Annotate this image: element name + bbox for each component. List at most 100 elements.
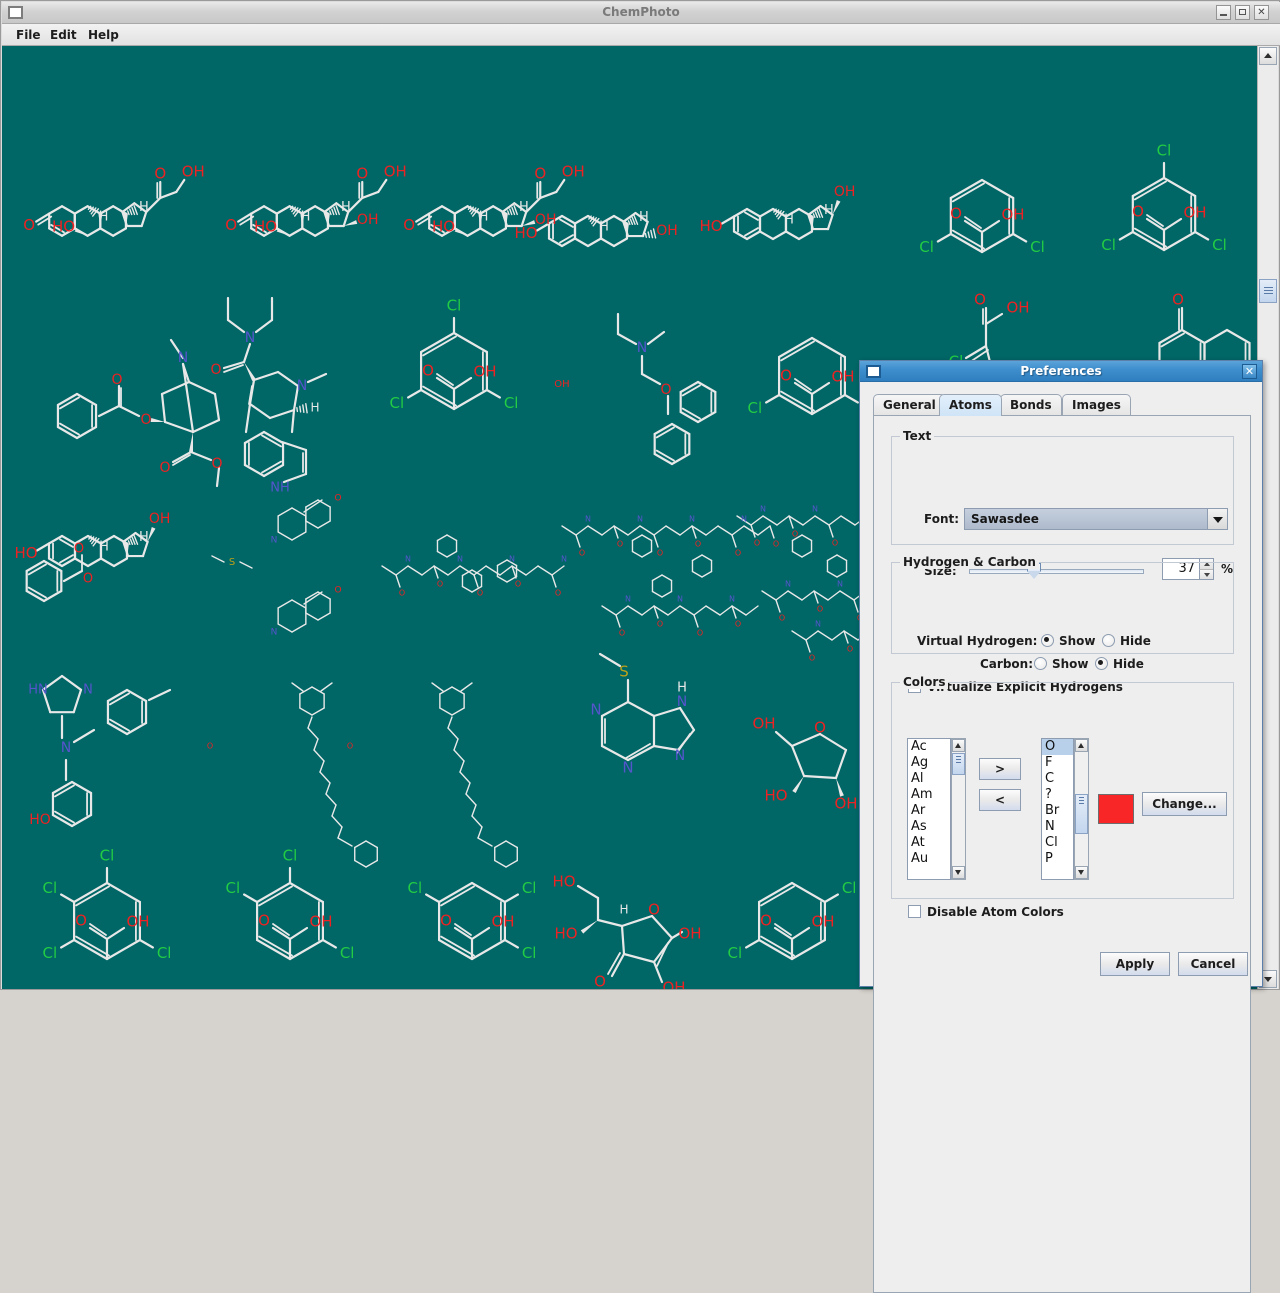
remove-atom-button[interactable]: < (979, 789, 1021, 811)
svg-text:N: N (741, 515, 747, 524)
virtual-hydrogen-hide-radio[interactable] (1102, 634, 1115, 647)
svg-text:N: N (271, 536, 278, 546)
hydrogen-carbon-group-title: Hydrogen & Carbon (900, 555, 1039, 569)
selected-scroll-down-arrow[interactable] (1075, 866, 1088, 879)
scroll-thumb[interactable] (1259, 279, 1277, 303)
svg-text:O: O (258, 912, 270, 930)
selected-scroll-up-arrow[interactable] (1075, 739, 1088, 752)
svg-text:O: O (83, 572, 93, 587)
available-atoms-list[interactable]: Ac Ag Al Am Ar As At Au (907, 738, 951, 880)
add-atom-button[interactable]: > (979, 758, 1021, 780)
list-item[interactable]: P (1042, 851, 1073, 867)
svg-text:O: O (660, 382, 671, 398)
dialog-close-icon[interactable]: ✕ (1242, 364, 1257, 379)
svg-text:S: S (229, 557, 235, 568)
apply-button[interactable]: Apply (1100, 952, 1170, 976)
svg-text:O: O (832, 539, 838, 548)
svg-text:OH: OH (182, 162, 205, 180)
selected-list-scrollbar[interactable] (1074, 738, 1089, 880)
svg-text:O: O (140, 412, 151, 428)
svg-text:O: O (735, 620, 741, 629)
svg-text:O: O (648, 901, 660, 919)
list-item[interactable]: C (1042, 771, 1073, 787)
svg-text:OH: OH (126, 913, 149, 931)
svg-text:HO: HO (514, 224, 537, 242)
svg-text:O: O (422, 362, 434, 380)
chevron-down-icon (1207, 509, 1227, 529)
font-selected-value: Sawasdee (971, 512, 1039, 526)
list-item[interactable]: Cl (1042, 835, 1073, 851)
svg-text:O: O (814, 719, 826, 737)
svg-text:HO: HO (554, 925, 577, 943)
maximize-button[interactable] (1235, 5, 1250, 20)
svg-text:N: N (837, 580, 843, 589)
list-item[interactable]: F (1042, 755, 1073, 771)
tab-general[interactable]: General (873, 394, 946, 416)
svg-text:N: N (622, 759, 633, 777)
svg-text:N: N (509, 555, 515, 564)
menu-edit[interactable]: Edit (42, 24, 85, 46)
list-item[interactable]: As (908, 819, 950, 835)
font-select[interactable]: Sawasdee (964, 508, 1228, 530)
selected-scroll-thumb[interactable] (1075, 794, 1088, 834)
list-item[interactable]: ? (1042, 787, 1073, 803)
svg-text:HO: HO (14, 544, 37, 562)
dialog-title: Preferences (1020, 364, 1102, 378)
carbon-show-radio[interactable] (1034, 657, 1047, 670)
disable-atom-colors-checkbox[interactable] (908, 905, 921, 918)
svg-text:Cl: Cl (919, 238, 934, 256)
svg-text:O: O (399, 589, 405, 598)
font-label: Font: (924, 512, 960, 526)
svg-text:N: N (590, 701, 601, 719)
svg-text:OH: OH (1006, 299, 1029, 317)
svg-text:Cl: Cl (1101, 236, 1116, 254)
tab-images[interactable]: Images (1062, 394, 1131, 416)
svg-text:Cl: Cl (43, 944, 58, 962)
scroll-up-arrow[interactable] (1259, 47, 1277, 65)
list-item[interactable]: At (908, 835, 950, 851)
available-scroll-thumb[interactable] (952, 753, 965, 775)
close-button[interactable]: ✕ (1254, 5, 1269, 20)
list-item[interactable]: Au (908, 851, 950, 867)
list-item[interactable]: Ar (908, 803, 950, 819)
atoms-tab-panel: Text Font: Sawasdee Size: 37 % Hydrogen … (873, 415, 1251, 1293)
list-item[interactable]: Br (1042, 803, 1073, 819)
selected-atoms-list[interactable]: O F C? Br N Cl P (1041, 738, 1074, 880)
change-color-button[interactable]: Change... (1142, 792, 1227, 816)
menubar: File Edit Help (2, 24, 1280, 46)
available-list-scrollbar[interactable] (951, 738, 966, 880)
available-scroll-down-arrow[interactable] (952, 866, 965, 879)
tab-bonds[interactable]: Bonds (1000, 394, 1062, 416)
svg-text:H: H (139, 530, 149, 545)
available-scroll-up-arrow[interactable] (952, 739, 965, 752)
cancel-button[interactable]: Cancel (1178, 952, 1248, 976)
svg-text:Cl: Cl (504, 394, 519, 412)
list-item[interactable]: Ag (908, 755, 950, 771)
svg-text:N: N (83, 683, 93, 698)
menu-help[interactable]: Help (80, 24, 127, 46)
text-group-title: Text (900, 429, 935, 443)
list-item[interactable]: Am (908, 787, 950, 803)
svg-text:OH: OH (473, 363, 496, 381)
list-item[interactable]: Ac (908, 739, 950, 755)
virtual-hydrogen-show-radio[interactable] (1041, 634, 1054, 647)
list-item[interactable]: Al (908, 771, 950, 787)
carbon-hide-radio[interactable] (1095, 657, 1108, 670)
svg-text:Cl: Cl (408, 879, 423, 897)
svg-text:O: O (75, 912, 87, 930)
svg-text:N: N (760, 505, 766, 514)
svg-text:Cl: Cl (43, 879, 58, 897)
minimize-button[interactable] (1216, 5, 1231, 20)
tab-atoms[interactable]: Atoms (939, 394, 1002, 416)
svg-text:N: N (785, 580, 791, 589)
list-item[interactable]: N (1042, 819, 1073, 835)
svg-text:O: O (347, 742, 353, 751)
list-item[interactable]: O (1042, 739, 1073, 755)
svg-text:H: H (677, 681, 687, 696)
svg-text:HO: HO (699, 217, 722, 235)
color-swatch[interactable] (1098, 794, 1134, 824)
svg-text:OH: OH (535, 212, 557, 228)
svg-text:O: O (207, 742, 213, 751)
svg-text:N: N (457, 555, 463, 564)
svg-text:Cl: Cl (447, 297, 462, 315)
